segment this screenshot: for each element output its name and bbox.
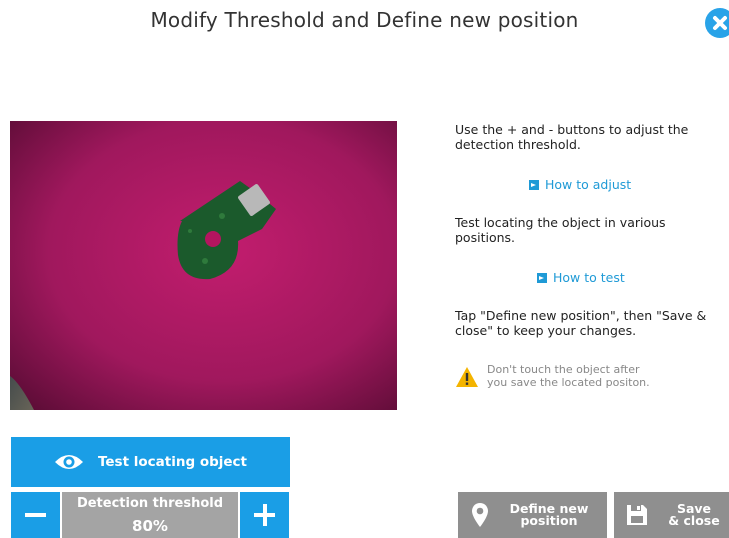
camera-view [10, 121, 397, 410]
location-pin-icon [472, 503, 488, 527]
warning-line-1: Don't touch the object after [487, 363, 640, 376]
test-instruction: Test locating the object in various posi… [455, 215, 666, 245]
floppy-disk-icon [627, 505, 647, 525]
threshold-label: Detection threshold [76, 496, 224, 511]
close-icon [713, 16, 727, 30]
eye-icon [54, 455, 83, 469]
warning-line-2: you save the located positon. [487, 376, 650, 389]
test-locating-button[interactable]: Test locating object [11, 437, 290, 487]
how-to-test-label: How to test [553, 270, 625, 285]
threshold-increase-button[interactable] [240, 492, 289, 538]
warning-note: Don't touch the object after you save th… [455, 362, 725, 394]
how-to-test-link[interactable]: How to test [537, 270, 625, 285]
threshold-decrease-button[interactable] [11, 492, 60, 538]
adjust-instruction: Use the + and - buttons to adjust the de… [455, 122, 689, 152]
page-title: Modify Threshold and Define new position [150, 8, 579, 32]
threshold-display: Detection threshold 80% [62, 492, 238, 538]
link-arrow-icon [537, 272, 547, 283]
define-new-position-button[interactable]: Define new position [458, 492, 607, 538]
save-line-2: & close [668, 513, 720, 528]
define-instruction: Tap "Define new position", then "Save & … [455, 308, 707, 338]
test-locating-label: Test locating object [97, 454, 247, 470]
how-to-adjust-link[interactable]: How to adjust [529, 177, 631, 192]
threshold-value: 80% [132, 517, 168, 535]
how-to-adjust-label: How to adjust [545, 177, 632, 192]
link-arrow-icon [529, 179, 539, 190]
warning-icon [456, 367, 478, 387]
define-line-2: position [520, 513, 578, 528]
close-button[interactable] [705, 8, 729, 38]
save-close-button[interactable]: Save & close [614, 492, 729, 538]
